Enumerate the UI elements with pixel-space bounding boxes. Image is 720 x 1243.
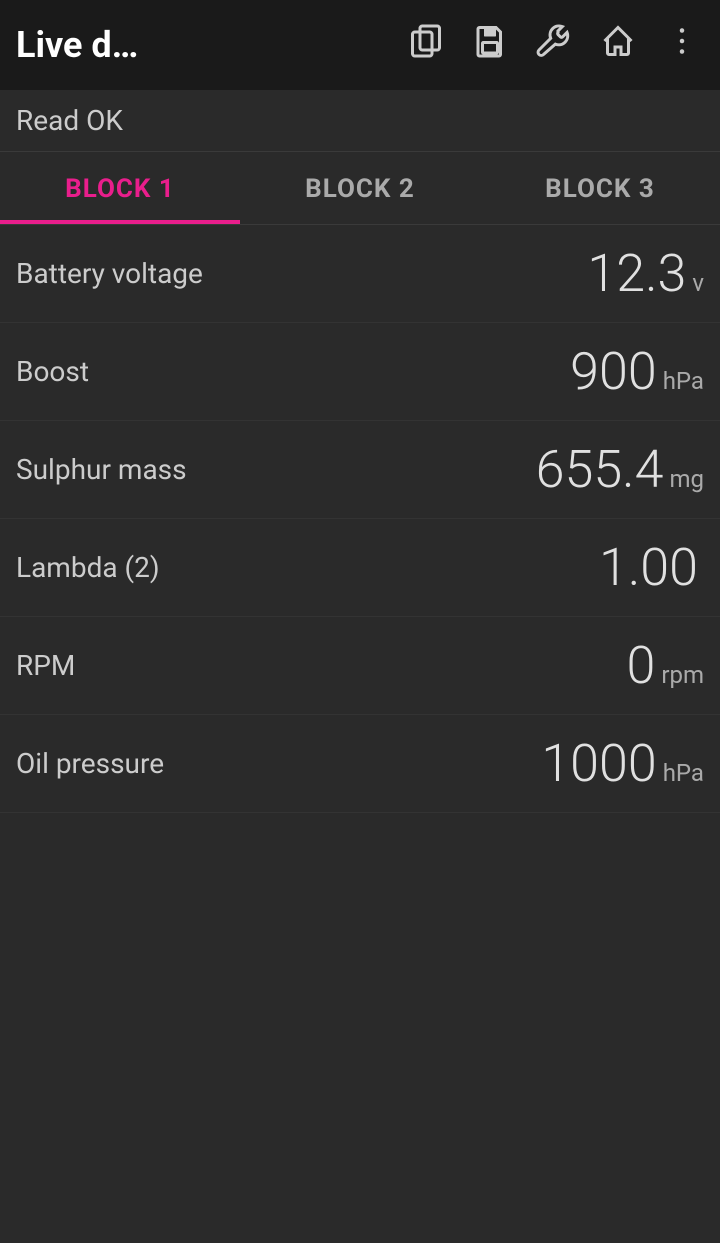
value-lambda: 1.00 <box>599 537 704 598</box>
value-oil-pressure: 1000 hPa <box>541 733 704 794</box>
row-battery-voltage: Battery voltage 12.3 v <box>0 225 720 323</box>
tab-block1[interactable]: BLOCK 1 <box>0 152 240 224</box>
topbar: Live d… <box>0 0 720 90</box>
label-oil-pressure: Oil pressure <box>16 747 164 780</box>
home-icon[interactable] <box>596 23 640 67</box>
status-bar: Read OK <box>0 90 720 152</box>
save-icon[interactable] <box>468 23 512 67</box>
app-title: Live d… <box>16 24 384 66</box>
more-options-icon[interactable] <box>660 23 704 67</box>
tab-block2[interactable]: BLOCK 2 <box>240 152 480 224</box>
value-boost: 900 hPa <box>570 341 704 402</box>
row-rpm: RPM 0 rpm <box>0 617 720 715</box>
label-sulphur-mass: Sulphur mass <box>16 453 187 486</box>
status-text: Read OK <box>16 104 123 137</box>
wrench-icon[interactable] <box>532 23 576 67</box>
row-lambda: Lambda (2) 1.00 <box>0 519 720 617</box>
value-rpm: 0 rpm <box>627 635 705 696</box>
label-rpm: RPM <box>16 649 75 682</box>
value-battery-voltage: 12.3 v <box>587 243 704 304</box>
data-section: Battery voltage 12.3 v Boost 900 hPa Sul… <box>0 225 720 813</box>
tab-block3[interactable]: BLOCK 3 <box>480 152 720 224</box>
empty-area <box>0 813 720 1243</box>
row-sulphur-mass: Sulphur mass 655.4 mg <box>0 421 720 519</box>
row-oil-pressure: Oil pressure 1000 hPa <box>0 715 720 813</box>
label-lambda: Lambda (2) <box>16 551 160 584</box>
value-sulphur-mass: 655.4 mg <box>536 439 704 500</box>
label-battery-voltage: Battery voltage <box>16 257 203 290</box>
copy-icon[interactable] <box>404 23 448 67</box>
row-boost: Boost 900 hPa <box>0 323 720 421</box>
tab-bar: BLOCK 1 BLOCK 2 BLOCK 3 <box>0 152 720 225</box>
label-boost: Boost <box>16 355 89 388</box>
